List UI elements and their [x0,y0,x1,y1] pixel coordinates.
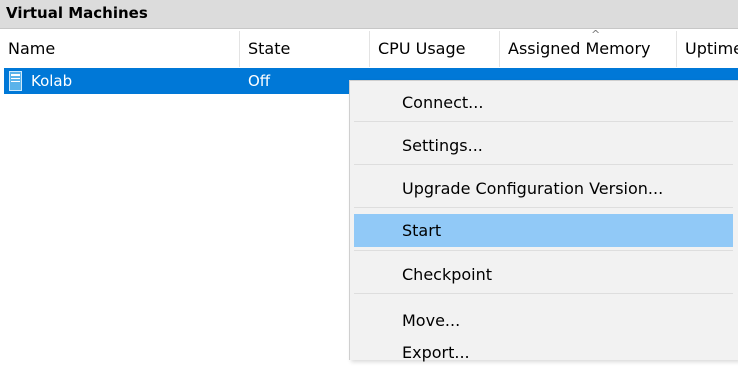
menu-item-settings[interactable]: Settings... [354,129,733,162]
context-menu: Connect... Settings... Upgrade Configura… [349,80,738,362]
menu-item-start[interactable]: Start [354,214,733,247]
menu-item-connect[interactable]: Connect... [354,86,733,119]
menu-separator [354,164,733,165]
column-header-row: Name State CPU Usage Assigned Memory Upt… [0,31,738,67]
panel-header: Virtual Machines [0,0,738,29]
vm-name: Kolab [31,72,73,90]
column-header-name[interactable]: Name [0,31,240,67]
menu-item-upgrade-configuration-version[interactable]: Upgrade Configuration Version... [354,172,733,205]
virtual-machine-icon [9,71,22,91]
column-header-cpu-usage[interactable]: CPU Usage [370,31,500,67]
menu-separator [354,207,733,208]
column-header-assigned-memory[interactable]: Assigned Memory [500,31,677,67]
menu-separator [354,121,733,122]
menu-separator [354,293,733,294]
column-header-state[interactable]: State [240,31,370,67]
menu-item-move[interactable]: Move... [354,304,733,337]
menu-item-checkpoint[interactable]: Checkpoint [354,258,733,291]
sort-indicator-icon: ^ [591,28,601,41]
menu-separator [354,250,733,251]
panel-title: Virtual Machines [6,4,148,22]
vm-state: Off [248,72,271,90]
column-header-uptime[interactable]: Uptime [677,31,738,67]
menu-item-export[interactable]: Export... [354,336,733,369]
